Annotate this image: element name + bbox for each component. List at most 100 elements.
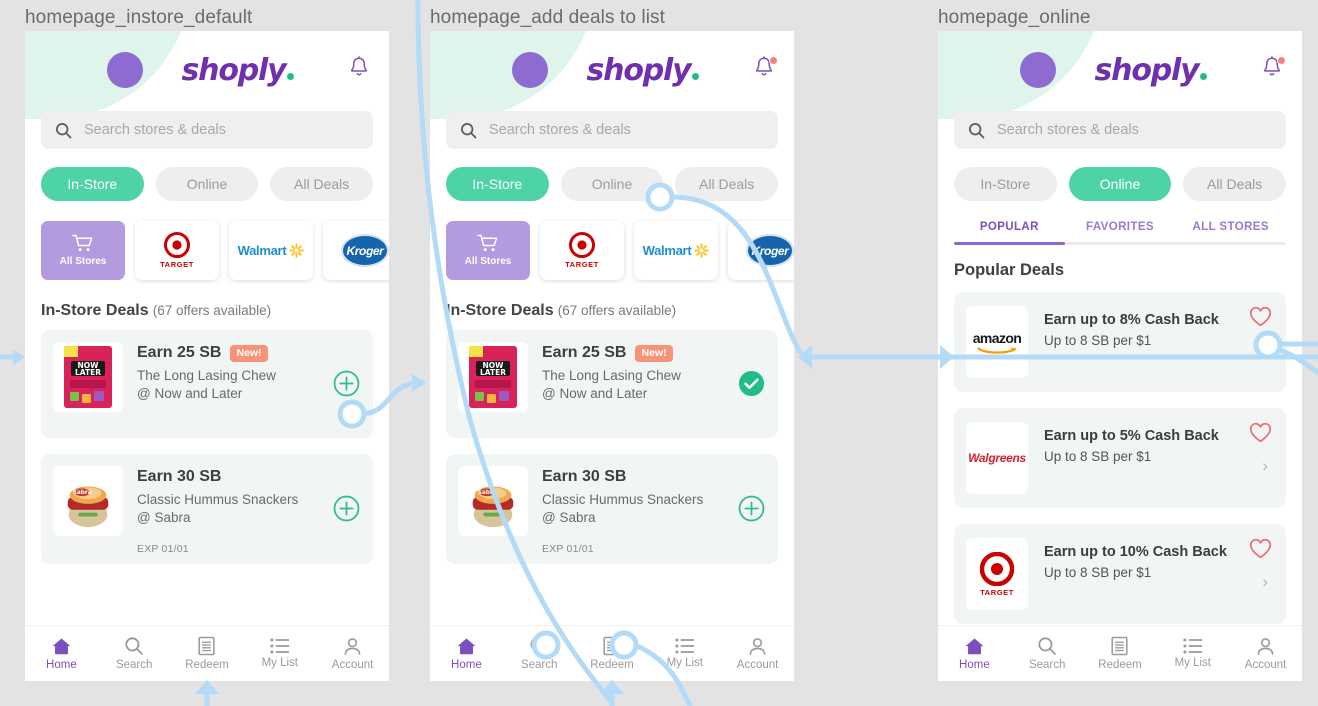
add-deal-to-list-button[interactable]	[333, 495, 361, 523]
tab-account[interactable]: Account	[316, 637, 389, 671]
store-tile-walmart[interactable]: Walmart	[634, 221, 718, 280]
notifications-bell-button[interactable]	[347, 55, 373, 85]
chip-all-deals[interactable]: All Deals	[1183, 167, 1287, 201]
tab-search[interactable]: Search	[98, 636, 171, 671]
deal-card[interactable]: Sabra Earn 30 SB Classic Hummus Snackers…	[446, 454, 778, 564]
deal-card[interactable]: Sabra Earn 30 SB Classic Hummus Snackers…	[41, 454, 373, 564]
tab-redeem[interactable]: Redeem	[576, 636, 649, 671]
chevron-right-icon[interactable]: ›	[1262, 572, 1268, 592]
store-tile-target[interactable]: TARGET	[540, 221, 624, 280]
favorite-heart-button[interactable]	[1249, 422, 1272, 443]
chip-in-store[interactable]: In-Store	[954, 167, 1057, 201]
store-tile-all-stores[interactable]: All Stores	[41, 221, 125, 280]
search-input[interactable]: Search stores & deals	[41, 111, 373, 149]
frame-title-add-deals-to-list: homepage_add deals to list	[430, 7, 665, 28]
notifications-bell-button[interactable]	[752, 55, 778, 85]
deal-title: Earn 25 SB	[137, 344, 222, 361]
deal-title: Earn 25 SB	[542, 344, 627, 361]
deal-card[interactable]: NOW LATER Earn 25 SB New! The Long Lasin…	[446, 330, 778, 438]
deal-subtitle-line2: @ Now and Later	[542, 386, 648, 402]
tab-label: Account	[736, 658, 779, 671]
tab-favorites[interactable]: FAVORITES	[1065, 221, 1176, 242]
popular-deals-title: Popular Deals	[954, 261, 1065, 279]
search-input[interactable]: Search stores & deals	[446, 111, 778, 149]
brand-logo: shoply	[534, 53, 752, 88]
instore-section-title: In-Store Deals	[446, 302, 554, 319]
chip-all-deals[interactable]: All Deals	[270, 167, 374, 201]
tab-account[interactable]: Account	[1229, 637, 1302, 671]
chip-online[interactable]: Online	[560, 167, 664, 201]
bottom-tab-bar: Home Search Redeem My List Account	[430, 625, 794, 681]
notifications-bell-button[interactable]	[1260, 55, 1286, 85]
tab-my-list[interactable]: My List	[243, 638, 316, 669]
add-deal-to-list-button[interactable]	[738, 495, 766, 523]
tab-home[interactable]: Home	[430, 637, 503, 671]
favorite-heart-button[interactable]	[1249, 538, 1272, 559]
panel-homepage-online: shoply Search stores & deals In-Store On…	[938, 31, 1302, 681]
chip-in-store[interactable]: In-Store	[446, 167, 549, 201]
deal-subtitle: Classic Hummus Snackers @ Sabra	[137, 491, 327, 527]
deal-expiry: EXP 01/01	[542, 543, 594, 556]
tab-search[interactable]: Search	[1011, 636, 1084, 671]
tab-redeem[interactable]: Redeem	[171, 636, 244, 671]
chip-all-deals[interactable]: All Deals	[675, 167, 779, 201]
tab-label: Redeem	[185, 659, 229, 671]
tab-account[interactable]: Account	[721, 637, 794, 671]
tab-home[interactable]: Home	[25, 637, 98, 671]
tab-search[interactable]: Search	[503, 636, 576, 671]
store-tile-target[interactable]: TARGET	[135, 221, 219, 280]
deal-type-filter-chips: In-Store Online All Deals	[41, 167, 374, 201]
svg-text:LATER: LATER	[75, 368, 101, 377]
favorite-heart-button[interactable]	[1249, 306, 1272, 327]
deal-content: Earn 30 SB Classic Hummus Snackers @ Sab…	[528, 466, 732, 555]
brand-wordmark: shoply	[586, 52, 692, 88]
search-placeholder: Search stores & deals	[489, 122, 631, 138]
deal-card[interactable]: NOW LATER Earn 25 SB New! The Long Lasin…	[41, 330, 373, 438]
deal-subtitle: The Long Lasing Chew @ Now and Later	[137, 367, 327, 403]
deal-thumbnail: Sabra	[53, 466, 123, 536]
chip-in-store[interactable]: In-Store	[41, 167, 144, 201]
store-tile-kroger[interactable]: Kroger	[323, 221, 389, 280]
chevron-right-icon[interactable]: ›	[1262, 340, 1268, 360]
list-icon	[1183, 638, 1203, 654]
tab-my-list[interactable]: My List	[1156, 638, 1229, 669]
chevron-right-icon[interactable]: ›	[1262, 456, 1268, 476]
online-deal-card[interactable]: Walgreens Earn up to 5% Cash Back Up to …	[954, 408, 1286, 508]
tab-redeem[interactable]: Redeem	[1084, 636, 1157, 671]
tab-all-stores[interactable]: ALL STORES	[1175, 221, 1286, 242]
svg-text:LATER: LATER	[480, 368, 506, 377]
online-tab-indicator	[954, 242, 1065, 245]
new-badge: New!	[635, 344, 673, 362]
tab-label: Search	[115, 659, 153, 671]
target-wordmark: TARGET	[565, 260, 599, 269]
instore-deal-list: NOW LATER Earn 25 SB New! The Long Lasin…	[41, 330, 373, 564]
heart-outline-icon	[1249, 306, 1272, 327]
brand-wordmark: shoply	[181, 52, 287, 88]
store-tile-walmart[interactable]: Walmart	[229, 221, 313, 280]
deal-added-confirmation-button[interactable]	[738, 370, 766, 398]
brand-dot	[1200, 72, 1208, 80]
deal-title: Earn 30 SB	[542, 468, 627, 485]
chip-online[interactable]: Online	[155, 167, 259, 201]
tab-label: My List	[666, 657, 703, 669]
heart-outline-icon	[1249, 538, 1272, 559]
chip-online[interactable]: Online	[1068, 167, 1172, 201]
tab-label: Search	[520, 659, 558, 671]
online-deal-card[interactable]: amazon Earn up to 8% Cash Back Up to 8 S…	[954, 292, 1286, 392]
tab-my-list[interactable]: My List	[648, 638, 721, 669]
store-filter-row: All Stores TARGET Walmart Kroger	[446, 221, 794, 280]
target-bullseye-icon	[569, 232, 595, 258]
amazon-smile-icon	[977, 346, 1017, 354]
online-deal-card[interactable]: TARGET Earn up to 10% Cash Back Up to 8 …	[954, 524, 1286, 624]
receipt-icon	[1111, 636, 1129, 656]
tab-popular[interactable]: POPULAR	[954, 221, 1065, 242]
store-tile-label: All Stores	[464, 256, 512, 267]
app-header: shoply	[430, 31, 794, 109]
deal-subtitle-line1: The Long Lasing Chew	[542, 368, 681, 383]
store-tile-all-stores[interactable]: All Stores	[446, 221, 530, 280]
store-tile-kroger[interactable]: Kroger	[728, 221, 794, 280]
search-input[interactable]: Search stores & deals	[954, 111, 1286, 149]
prototype-canvas: homepage_instore_default homepage_add de…	[0, 0, 1318, 706]
tab-home[interactable]: Home	[938, 637, 1011, 671]
add-deal-to-list-button[interactable]	[333, 370, 361, 398]
